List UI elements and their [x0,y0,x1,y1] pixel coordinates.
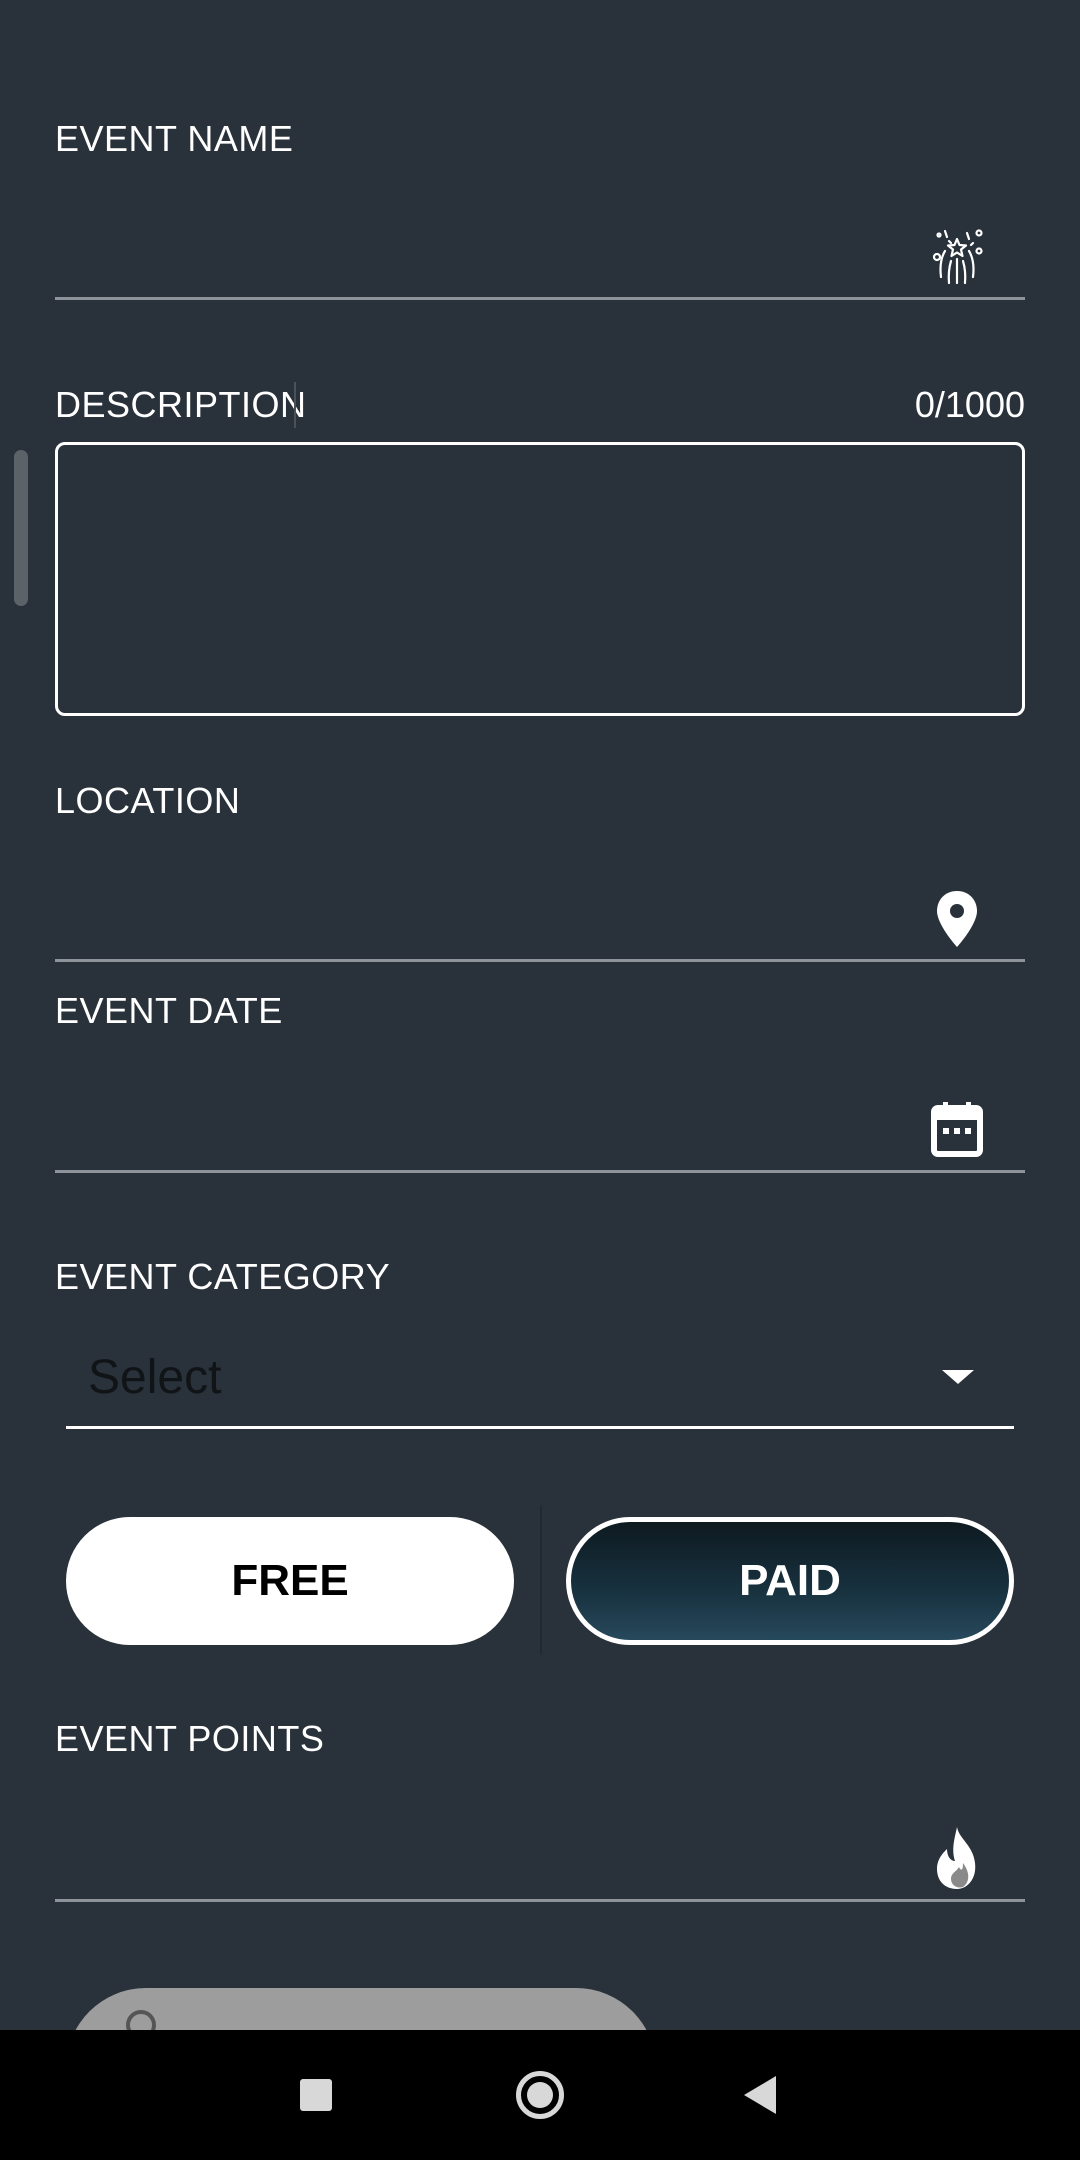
home-circle-icon[interactable] [516,2071,564,2119]
location-pin-icon[interactable] [921,883,993,955]
create-event-screen: EVENT NAME DESCRIPTION 0/1000 LOCATION E… [0,0,1080,2160]
event-name-input[interactable] [55,217,1025,300]
description-char-counter: 0/1000 [914,384,1025,425]
flame-icon [921,1823,993,1895]
dropdown-arrow-icon [942,1370,974,1384]
event-name-label: EVENT NAME [55,118,294,159]
free-button[interactable]: FREE [66,1517,514,1645]
event-date-label: EVENT DATE [55,990,283,1031]
event-points-input[interactable] [55,1819,1025,1902]
event-date-input[interactable] [55,1090,1025,1173]
back-triangle-icon[interactable] [744,2076,776,2114]
event-category-value: Select [88,1351,222,1404]
system-navigation-bar [0,2030,1080,2160]
event-category-select[interactable]: Select [66,1330,1014,1429]
location-input[interactable] [55,879,1025,962]
recents-square-icon[interactable] [300,2079,332,2111]
location-label: LOCATION [55,780,241,821]
text-cursor [294,382,296,428]
paid-button[interactable]: PAID [566,1517,1014,1645]
event-points-label: EVENT POINTS [55,1718,325,1759]
toggle-divider [540,1505,542,1655]
scroll-indicator[interactable] [14,450,28,606]
calendar-icon[interactable] [921,1094,993,1166]
fireworks-icon [921,221,993,293]
description-label: DESCRIPTION [55,384,307,425]
description-textarea[interactable] [55,442,1025,716]
event-category-label: EVENT CATEGORY [55,1256,391,1297]
